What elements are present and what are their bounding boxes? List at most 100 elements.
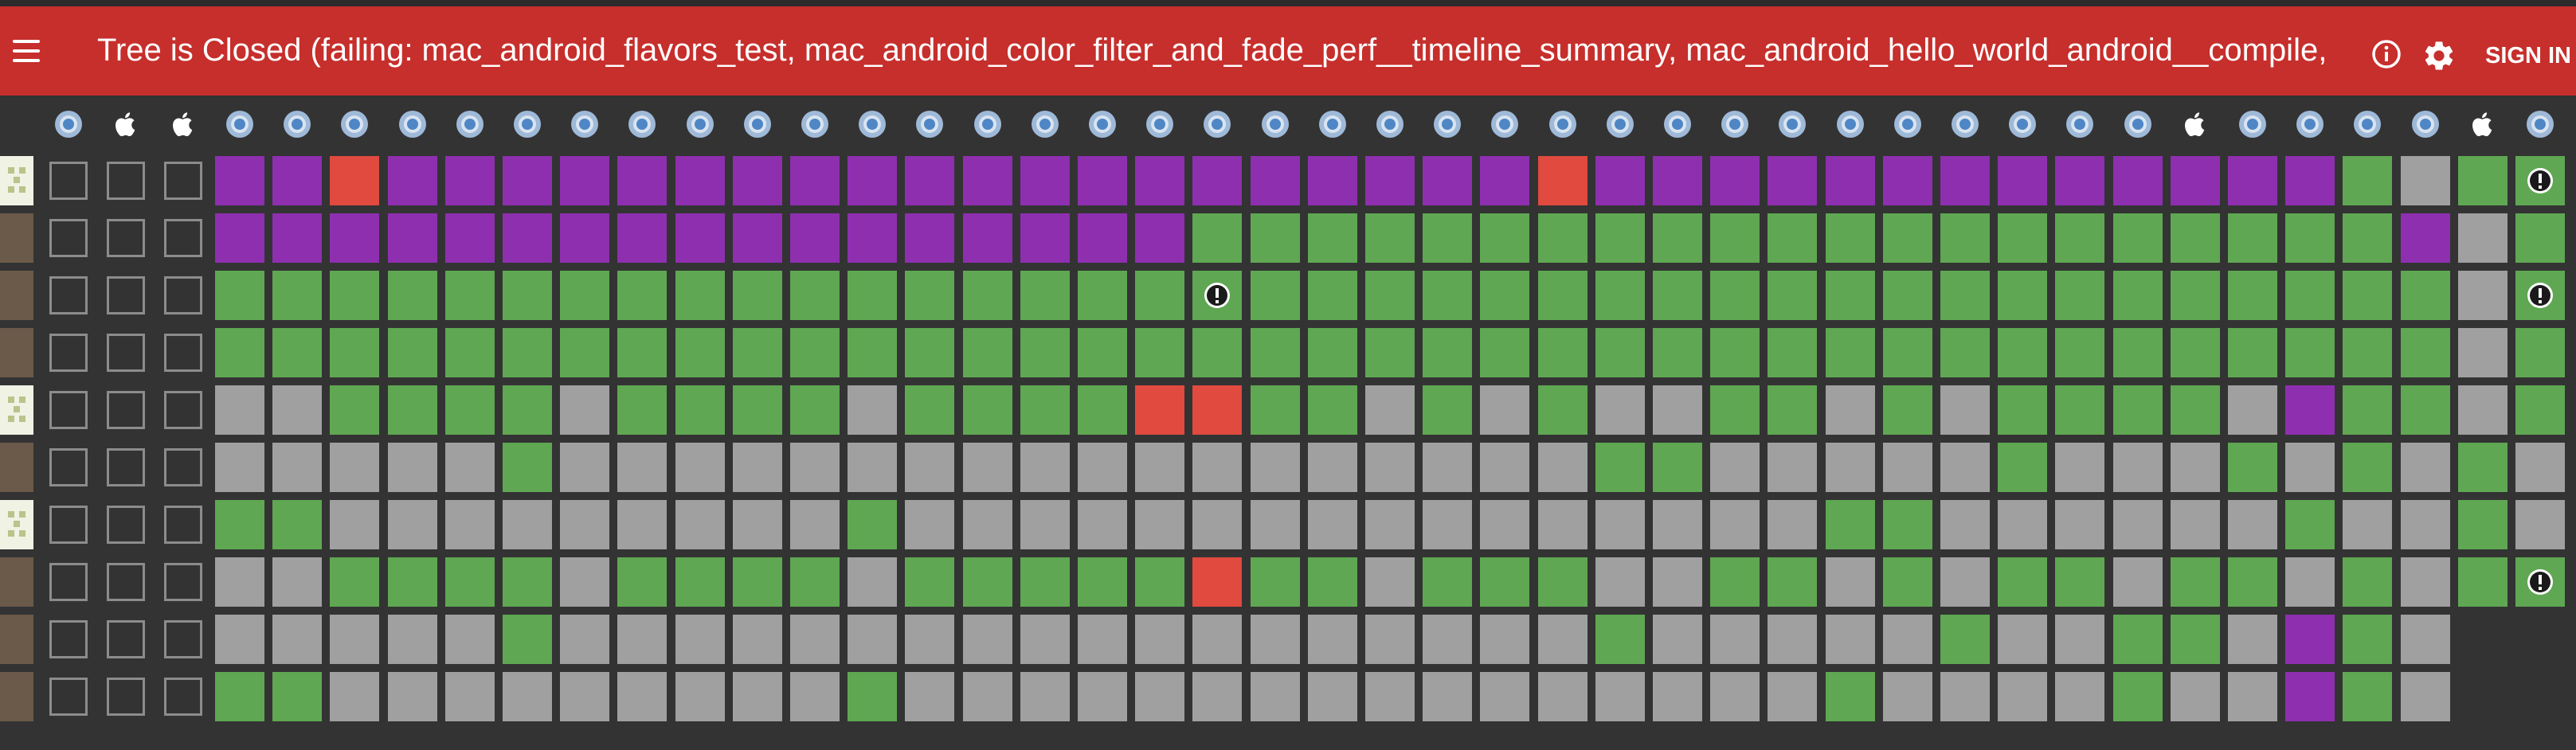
task-status-cell[interactable] [1250,328,1300,377]
task-status-cell[interactable] [2285,557,2335,607]
chrome-icon[interactable] [1144,108,1176,140]
task-status-cell[interactable] [675,557,725,607]
task-status-cell[interactable] [1882,557,1932,607]
task-status-cell[interactable] [1423,213,1473,263]
task-status-cell[interactable] [2112,615,2163,664]
task-status-cell[interactable] [1998,443,2048,492]
task-status-cell[interactable] [2170,615,2220,664]
task-status-cell[interactable] [503,615,552,664]
task-status-cell[interactable] [2285,156,2335,205]
task-status-cell[interactable] [503,156,552,205]
chrome-icon[interactable] [684,108,716,140]
task-status-cell[interactable] [1365,328,1415,377]
task-status-cell[interactable] [1710,328,1760,377]
task-status-cell[interactable] [1537,213,1587,263]
task-status-cell[interactable] [387,615,437,664]
task-status-cell[interactable] [732,615,782,664]
task-status-cell[interactable] [1192,213,1243,263]
task-status-cell[interactable] [1365,615,1415,664]
task-status-cell[interactable] [617,156,667,205]
chrome-icon[interactable] [1431,108,1463,140]
apple-icon[interactable] [2467,108,2499,140]
task-status-cell[interactable] [1192,557,1243,607]
task-status-cell[interactable] [1768,213,1818,263]
task-status-cell[interactable] [1135,385,1185,435]
task-status-cell[interactable] [1480,328,1530,377]
task-status-cell[interactable] [215,156,264,205]
task-status-cell[interactable] [1250,500,1300,549]
task-status-cell[interactable] [2343,443,2393,492]
task-status-cell[interactable] [790,271,840,320]
task-status-cell[interactable] [1998,271,2048,320]
chrome-icon[interactable] [2524,108,2556,140]
task-status-cell[interactable] [387,557,437,607]
task-status-cell[interactable] [2343,557,2393,607]
task-status-cell[interactable] [675,443,725,492]
task-status-cell[interactable] [1078,557,1127,607]
task-status-cell[interactable] [1250,213,1300,263]
task-status-cell[interactable] [1595,557,1645,607]
task-status-cell[interactable] [1250,156,1300,205]
task-status-cell[interactable] [444,443,495,492]
chrome-icon[interactable] [2237,108,2269,140]
task-status-cell[interactable] [503,213,552,263]
task-status-cell[interactable] [560,443,610,492]
task-status-cell[interactable] [1710,213,1760,263]
task-status-cell[interactable] [1307,385,1357,435]
task-status-cell[interactable] [790,672,840,721]
task-status-cell[interactable] [444,672,495,721]
task-status-cell[interactable] [503,271,552,320]
task-status-cell[interactable] [1653,385,1702,435]
person-avatar[interactable] [0,443,33,492]
task-status-cell[interactable] [1882,615,1932,664]
task-status-cell[interactable] [675,156,725,205]
task-status-cell[interactable] [1940,672,1990,721]
task-status-cell[interactable] [1192,385,1243,435]
task-status-cell[interactable] [2343,213,2393,263]
task-status-cell[interactable] [2228,443,2277,492]
task-status-cell[interactable] [790,156,840,205]
task-status-cell[interactable] [1595,213,1645,263]
task-status-cell[interactable] [1020,156,1070,205]
task-status-cell[interactable] [1250,557,1300,607]
task-status-cell[interactable] [1365,156,1415,205]
task-status-cell[interactable] [675,328,725,377]
task-status-cell[interactable] [732,213,782,263]
task-status-cell[interactable] [962,615,1012,664]
task-status-cell[interactable] [560,156,610,205]
task-status-cell[interactable] [1307,672,1357,721]
task-status-cell[interactable] [905,443,955,492]
task-status-cell[interactable] [1365,385,1415,435]
task-status-cell[interactable] [1653,672,1702,721]
task-status-cell[interactable] [2515,385,2565,435]
task-status-cell[interactable] [2285,385,2335,435]
task-status-cell[interactable] [2343,500,2393,549]
task-status-cell[interactable] [675,271,725,320]
task-status-cell[interactable] [444,557,495,607]
task-status-cell[interactable] [2112,672,2163,721]
task-status-cell[interactable] [1365,271,1415,320]
chrome-icon[interactable] [2410,108,2441,140]
task-status-cell[interactable] [215,557,264,607]
task-status-cell[interactable] [2228,328,2277,377]
task-status-cell[interactable] [1480,672,1530,721]
task-status-cell[interactable] [1998,328,2048,377]
chrome-icon[interactable] [281,108,313,140]
task-status-cell[interactable] [1423,443,1473,492]
task-status-cell[interactable] [905,156,955,205]
task-status-cell[interactable] [962,672,1012,721]
task-status-cell[interactable] [1078,500,1127,549]
task-status-cell[interactable] [1768,385,1818,435]
task-status-cell[interactable] [387,328,437,377]
task-status-cell[interactable] [1825,443,1875,492]
task-status-cell[interactable] [2457,557,2507,607]
task-status-cell[interactable] [1882,156,1932,205]
task-status-cell[interactable] [2055,156,2105,205]
task-status-cell[interactable] [848,156,898,205]
info-icon[interactable] [2370,38,2402,70]
chrome-icon[interactable] [1547,108,1579,140]
task-status-cell[interactable] [387,156,437,205]
task-status-cell[interactable] [1998,213,2048,263]
task-status-cell[interactable] [2112,443,2163,492]
task-status-cell[interactable] [560,328,610,377]
